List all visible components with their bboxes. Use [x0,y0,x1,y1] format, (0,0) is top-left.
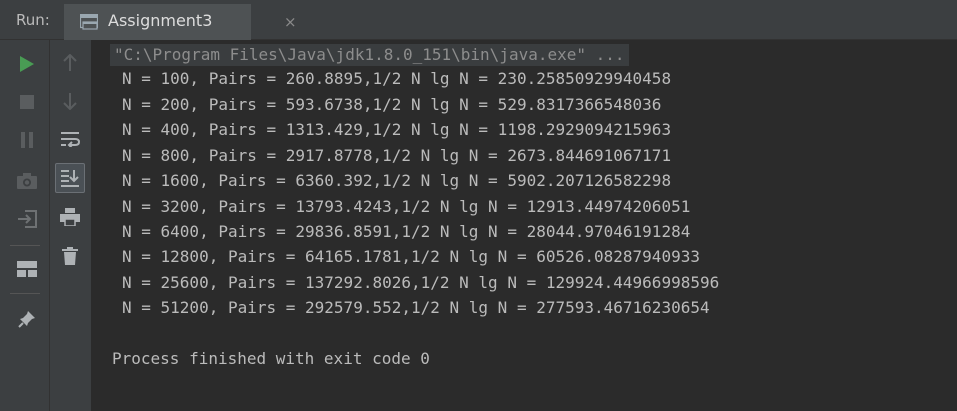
stop-icon[interactable] [12,87,42,117]
output-line: N = 200, Pairs = 593.6738,1/2 N lg N = 5… [122,95,662,114]
tab-title: Assignment3 [108,11,213,30]
output-line: N = 25600, Pairs = 137292.8026,1/2 N lg … [122,273,720,292]
toolbar-divider [10,245,40,246]
toolbar-divider [10,293,40,294]
output-line: N = 400, Pairs = 1313.429,1/2 N lg N = 1… [122,120,672,139]
console-window-icon [79,13,99,30]
run-label: Run: [16,11,50,29]
print-icon[interactable] [55,202,85,232]
soft-wrap-icon[interactable] [55,124,85,154]
tab-assignment3[interactable]: Assignment3 × [64,4,297,40]
down-arrow-icon[interactable] [55,86,85,116]
output-line: N = 800, Pairs = 2917.8778,1/2 N lg N = … [122,146,672,165]
console-output[interactable]: "C:\Program Files\Java\jdk1.8.0_151\bin\… [92,40,957,411]
left-toolbar [0,40,50,411]
console-toolbar [50,40,92,411]
output-line: N = 100, Pairs = 260.8895,1/2 N lg N = 2… [122,69,672,88]
output-line: N = 12800, Pairs = 64165.1781,1/2 N lg N… [122,247,700,266]
trash-icon[interactable] [55,241,85,271]
up-arrow-icon[interactable] [55,48,85,78]
close-icon[interactable]: × [284,13,297,31]
exit-message: Process finished with exit code 0 [112,349,430,368]
output-line: N = 3200, Pairs = 13793.4243,1/2 N lg N … [122,197,691,216]
output-line: N = 6400, Pairs = 29836.8591,1/2 N lg N … [122,222,691,241]
pin-icon[interactable] [12,304,42,334]
command-line: "C:\Program Files\Java\jdk1.8.0_151\bin\… [110,44,629,66]
output-line: N = 1600, Pairs = 6360.392,1/2 N lg N = … [122,171,672,190]
output-line: N = 51200, Pairs = 292579.552,1/2 N lg N… [122,298,710,317]
layout-icon[interactable] [12,254,42,284]
run-header: Run: Assignment3 × [0,0,957,40]
pause-icon[interactable] [12,125,42,155]
run-icon[interactable] [12,49,42,79]
run-tool-window: Run: Assignment3 × "C:\Program Files\Jav… [0,0,957,411]
scroll-to-end-icon[interactable] [55,163,85,193]
login-icon[interactable] [12,204,42,234]
camera-icon[interactable] [12,166,42,196]
